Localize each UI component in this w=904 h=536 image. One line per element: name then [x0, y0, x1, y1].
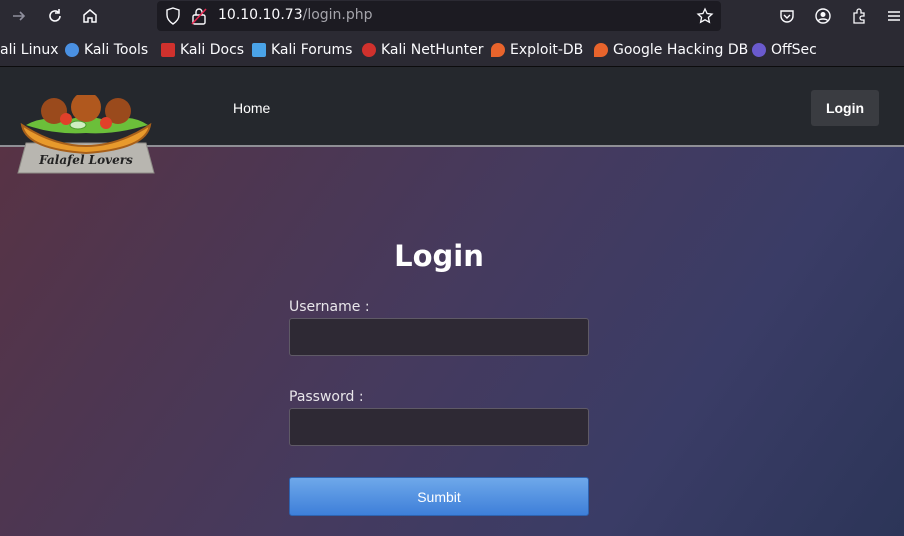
nav-home-link[interactable]: Home [233, 100, 270, 116]
password-label: Password : [289, 389, 364, 405]
nethunter-icon [362, 43, 376, 57]
bookmark-label: Google Hacking DB [613, 42, 749, 58]
extensions-icon[interactable] [846, 4, 872, 28]
pocket-icon[interactable] [774, 4, 800, 28]
logo-text: Falafel Lovers [39, 153, 133, 167]
shield-icon[interactable] [165, 7, 181, 29]
bookmark-star-icon[interactable] [696, 7, 714, 29]
bookmark-kali-linux[interactable]: ali Linux [0, 42, 59, 58]
username-label: Username : [289, 299, 370, 315]
menu-icon[interactable] [881, 4, 904, 28]
bookmark-label: OffSec [771, 42, 817, 58]
bookmark-kali-forums[interactable]: Kali Forums [252, 42, 352, 58]
bookmark-ghdb[interactable]: Google Hacking DB [594, 42, 748, 58]
nav-login-button[interactable]: Login [811, 90, 879, 126]
url-bar[interactable]: 10.10.10.73/login.php [157, 1, 721, 31]
login-title: Login [394, 239, 484, 273]
kali-forums-icon [252, 43, 266, 57]
browser-toolbar: 10.10.10.73/login.php [0, 0, 904, 33]
username-input[interactable] [289, 318, 589, 356]
bookmark-label: Kali Forums [271, 42, 353, 58]
insecure-lock-icon[interactable] [191, 7, 207, 29]
web-page: Home Login Falafel Lovers Login Username… [0, 67, 904, 536]
ghdb-icon [594, 43, 608, 57]
url-path: /login.php [302, 7, 373, 23]
bookmark-label: ali Linux [0, 42, 59, 58]
bookmark-label: Kali NetHunter [381, 42, 484, 58]
kali-docs-icon [161, 43, 175, 57]
kali-tools-icon [65, 43, 79, 57]
password-input[interactable] [289, 408, 589, 446]
bookmark-kali-tools[interactable]: Kali Tools [65, 42, 148, 58]
reload-icon[interactable] [42, 4, 68, 28]
bookmark-label: Kali Tools [84, 42, 149, 58]
bookmark-label: Exploit-DB [510, 42, 584, 58]
account-icon[interactable] [810, 4, 836, 28]
bookmarks-bar: ali Linux Kali Tools Kali Docs Kali Foru… [0, 33, 904, 67]
falafel-lovers-logo[interactable]: Falafel Lovers [14, 92, 158, 175]
exploit-db-icon [491, 43, 505, 57]
offsec-icon [752, 43, 766, 57]
bookmark-label: Kali Docs [180, 42, 245, 58]
forward-arrow-icon[interactable] [6, 4, 32, 28]
bookmark-offsec[interactable]: OffSec [752, 42, 817, 58]
home-icon[interactable] [77, 4, 103, 28]
bookmark-exploit-db[interactable]: Exploit-DB [491, 42, 583, 58]
bookmark-kali-nethunter[interactable]: Kali NetHunter [362, 42, 483, 58]
url-text: 10.10.10.73/login.php [218, 7, 373, 23]
bookmark-kali-docs[interactable]: Kali Docs [161, 42, 244, 58]
url-host: 10.10.10.73 [218, 7, 303, 23]
submit-button[interactable]: Sumbit [289, 477, 589, 516]
